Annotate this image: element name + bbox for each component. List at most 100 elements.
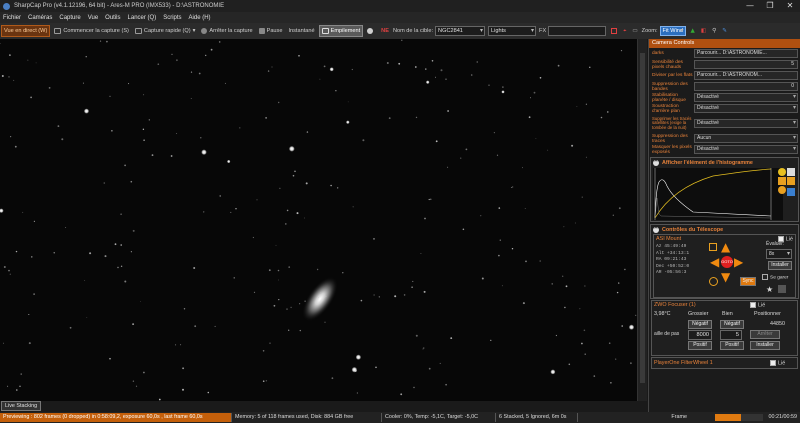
nf-icon[interactable]: NE [379, 25, 391, 37]
fine-negative-button[interactable]: Négatif [720, 320, 744, 329]
darks-browse[interactable]: Parcourir... D:\ASTRONOMIE... [694, 49, 798, 58]
star [22, 211, 24, 213]
menu-capture[interactable]: Capture [59, 15, 80, 21]
satellite-select[interactable]: Désactivé [694, 119, 798, 128]
search-icon[interactable]: ⚲ [710, 25, 718, 37]
star [630, 362, 632, 365]
telescope-header[interactable]: ^ Contrôles du Télescope [651, 225, 798, 234]
menu-outils[interactable]: Outils [105, 15, 120, 21]
mount-install-button[interactable]: Installer [768, 261, 792, 270]
star [460, 157, 462, 159]
reticle-icon[interactable]: ⌖ [621, 25, 628, 37]
banding-suppression[interactable]: 0 [694, 82, 798, 91]
pause-button[interactable]: Pause [257, 25, 285, 37]
reset-icon[interactable] [778, 186, 786, 194]
stacking-button[interactable]: Empilement [318, 25, 364, 37]
star [120, 213, 122, 215]
star [576, 106, 578, 107]
park-circle-icon[interactable] [709, 277, 718, 286]
target-name-field[interactable]: NGC2841 [435, 26, 486, 36]
colour-tool-icon[interactable]: ◧ [699, 25, 708, 37]
goto-button[interactable]: GOTO [721, 256, 733, 268]
sync-button[interactable]: Sync [740, 277, 756, 286]
stop-square-icon[interactable] [709, 243, 717, 251]
crop-icon[interactable] [609, 25, 619, 37]
exposed-select[interactable]: Désactivé [694, 145, 798, 154]
park-option[interactable]: Se garer [762, 274, 788, 280]
coarse-positive-button[interactable]: Positif [688, 341, 712, 350]
star [33, 220, 36, 222]
star [615, 358, 617, 360]
arrow-left-icon[interactable]: ◀ [710, 256, 719, 268]
viewer-scrollbar[interactable] [637, 39, 647, 401]
frame-type-select[interactable]: Lights [488, 26, 537, 36]
lock-icon[interactable] [787, 177, 795, 185]
options-icon[interactable] [778, 285, 786, 293]
star [304, 300, 306, 303]
star [563, 226, 565, 228]
coord-value: 09:21:43 [664, 257, 687, 262]
zoom-select[interactable]: Fit Wind [659, 26, 686, 36]
stop-capture-button[interactable]: Arrêter la capture [199, 25, 254, 37]
quick-capture-button[interactable]: Capture rapide (Q) ▾ [133, 25, 197, 37]
focuser-link[interactable]: Lié [750, 302, 765, 308]
tool-icon[interactable]: ▭ [630, 25, 639, 37]
stabilization-select[interactable]: Désactivé [694, 93, 798, 102]
rate-select[interactable]: 8x [766, 249, 792, 259]
histogram-header[interactable]: ^ Afficher l'élément de l'histogramme [651, 158, 798, 167]
menu-aide[interactable]: Aide (H) [189, 15, 211, 21]
menu-vue[interactable]: Vue [88, 15, 98, 21]
image-viewer[interactable] [0, 39, 637, 401]
collapse-icon[interactable]: ^ [653, 159, 659, 166]
target-circle-icon[interactable] [365, 25, 377, 37]
menu-fichier[interactable]: Fichier [3, 15, 21, 21]
star [10, 136, 12, 138]
histogram-plot[interactable] [653, 168, 796, 220]
scrollbar-thumb[interactable] [640, 53, 645, 383]
background-select[interactable]: Désactivé [694, 104, 798, 113]
filterwheel-link[interactable]: Lié [770, 360, 785, 366]
star [19, 385, 21, 387]
coarse-negative-button[interactable]: Négatif [688, 320, 712, 329]
minimize-button[interactable]: — [740, 0, 760, 12]
chevron-down-icon[interactable]: ▾ [193, 28, 196, 34]
star [269, 342, 271, 344]
start-capture-button[interactable]: Commencer la capture (S) [52, 25, 131, 37]
gear-icon[interactable] [778, 177, 786, 185]
arrow-down-icon[interactable]: ▼ [721, 271, 730, 283]
star-icon[interactable]: ★ [766, 285, 773, 294]
coarse-step-field[interactable]: 8000 [688, 330, 712, 340]
star [111, 130, 113, 132]
collapse-icon[interactable]: ^ [653, 226, 659, 233]
save-icon[interactable] [787, 188, 795, 196]
coord-key: RA [656, 257, 662, 262]
star [28, 314, 30, 315]
fine-step-field[interactable]: 5 [720, 330, 742, 340]
menu-lancer[interactable]: Lancer (Q) [128, 15, 157, 21]
menu-cameras[interactable]: Caméras [28, 15, 52, 21]
fx-field[interactable] [548, 26, 607, 36]
maximize-button[interactable]: ❐ [760, 0, 780, 12]
histogram-tool-icon[interactable]: ▲ [689, 25, 697, 37]
live-view-button[interactable]: Vue en direct (W) [1, 25, 51, 37]
arrow-up-icon[interactable]: ▲ [721, 241, 730, 253]
camera-icon [134, 28, 142, 34]
auto-stretch-icon[interactable] [778, 168, 786, 176]
live-stacking-tab[interactable]: Live Stacking [1, 401, 42, 411]
traces-select[interactable]: Aucun [694, 134, 798, 143]
row-label: Sensibilité des pixels chauds [652, 59, 683, 70]
control-row-traces: Suppression des traces Aucun [649, 133, 800, 144]
focuser-stop-button[interactable]: Arrêter [750, 330, 780, 339]
brush-icon[interactable]: ✎ [720, 25, 729, 37]
arrow-right-icon[interactable]: ▶ [734, 256, 743, 268]
contrast-icon[interactable] [787, 168, 795, 176]
flats-browse[interactable]: Parcourir... D:\ASTRONOM... [694, 71, 798, 80]
focuser-install-button[interactable]: Installer [750, 341, 780, 350]
snapshot-button[interactable]: Instantané [286, 25, 316, 37]
hot-pixel-sensitivity[interactable]: 5 [694, 60, 798, 69]
close-button[interactable]: ✕ [780, 0, 800, 12]
star [157, 63, 160, 65]
fine-positive-button[interactable]: Positif [720, 341, 744, 350]
control-row-banding: Suppression des bandes 0 [649, 81, 800, 92]
menu-scripts[interactable]: Scripts [163, 15, 181, 21]
